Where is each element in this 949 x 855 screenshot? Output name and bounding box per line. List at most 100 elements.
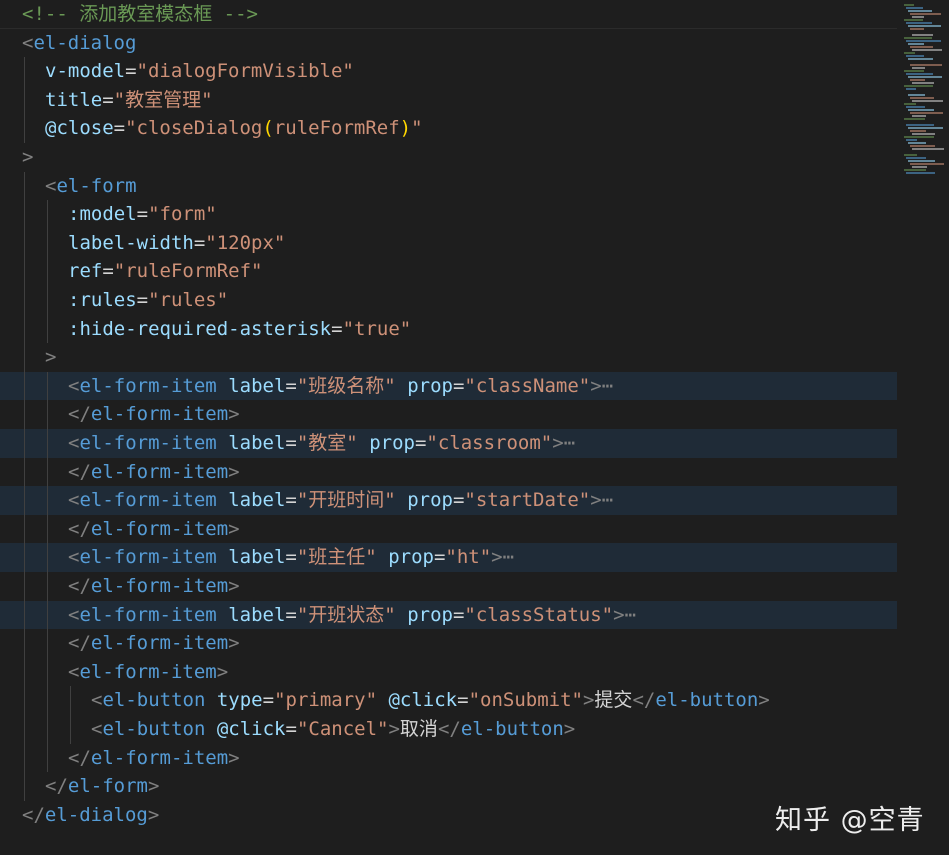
minimap-line [906,55,924,57]
code-token-punc: > [228,460,240,483]
code-token-tag: el-form-item [90,575,229,597]
code-line[interactable]: </el-form> [0,772,897,801]
code-line[interactable]: </el-form-item> [0,457,897,487]
code-line[interactable]: <el-dialog [0,29,897,58]
code-line[interactable]: label-width="120px" [0,228,897,258]
code-token-attr: ref [68,260,103,283]
code-line[interactable]: </el-form-item> [0,514,897,544]
code-text: :rules="rules" [68,286,228,315]
code-token-attr: @click [388,689,458,712]
code-text: <el-form-item> [68,658,228,687]
code-line[interactable]: </el-form-item> [0,629,897,658]
indent-guide [24,543,25,572]
code-token-str: "rules" [148,289,229,311]
code-token-comment: <!-- 添加教室模态框 --> [22,3,258,25]
code-line[interactable]: </el-dialog> [0,801,897,830]
code-line[interactable]: <el-form-item label="开班时间" prop="startDa… [0,486,897,515]
code-token-text: = [457,689,469,712]
code-line[interactable]: :hide-required-asterisk="true" [0,314,897,344]
indent-guide [24,314,25,344]
code-token-punc: > [22,146,34,168]
code-line[interactable]: <el-form-item label="教室" prop="classroom… [0,429,897,458]
code-token-attr: :model [68,203,137,226]
code-line[interactable]: :rules="rules" [0,286,897,315]
minimap[interactable] [900,0,949,855]
code-token-tag: el-dialog [44,803,148,826]
indent-guide [47,200,48,229]
code-token-punc: > [228,517,240,540]
indent-guide [24,257,25,286]
indent-guide [47,514,48,544]
indent-guide [24,486,25,515]
indent-guide [70,715,71,744]
code-line[interactable]: <el-form [0,171,897,201]
code-token-str: "教室管理" [113,88,213,111]
indent-guide [47,686,48,715]
code-text: </el-form-item> [68,629,240,658]
code-line[interactable]: title="教室管理" [0,85,897,115]
minimap-line [912,67,925,69]
fold-ellipsis-icon[interactable]: ⋯ [602,375,613,397]
indent-guide [47,600,48,630]
code-line[interactable]: > [0,143,897,172]
minimap-line [908,160,935,162]
indent-guide [24,171,25,201]
code-token-str: "form" [148,203,217,226]
code-token-punc: </ [22,803,45,826]
fold-ellipsis-icon[interactable]: ⋯ [503,546,514,568]
minimap-line [904,70,924,72]
code-token-text: = [285,432,297,454]
code-token-attr: label [228,374,286,397]
code-token-punc: </ [68,632,91,655]
indent-guide [24,629,25,658]
code-line[interactable]: <el-form-item label="班级名称" prop="classNa… [0,371,897,401]
code-line[interactable]: <el-button type="primary" @click="onSubm… [0,686,897,715]
minimap-line [912,100,943,102]
code-line[interactable]: </el-form-item> [0,743,897,773]
code-token-tag: el-button [655,689,759,712]
code-text: <el-form-item label="开班时间" prop="startDa… [68,486,613,515]
code-line[interactable]: </el-form-item> [0,400,897,429]
code-line[interactable]: @close="closeDialog(ruleFormRef)" [0,114,897,143]
code-text: </el-dialog> [22,801,159,830]
minimap-line [906,172,935,174]
code-line[interactable]: > [0,343,897,372]
code-line[interactable]: <el-form-item label="班主任" prop="ht">⋯ [0,543,897,572]
minimap-line [912,16,924,18]
minimap-line [912,115,926,117]
code-line[interactable]: <!-- 添加教室模态框 --> [0,0,897,29]
fold-ellipsis-icon[interactable]: ⋯ [602,489,613,511]
code-line[interactable]: <el-form-item> [0,657,897,687]
code-line[interactable]: <el-form-item label="开班状态" prop="classSt… [0,600,897,630]
minimap-line [908,109,934,111]
code-line[interactable]: <el-button @click="Cancel">取消</el-button… [0,715,897,744]
fold-ellipsis-icon[interactable]: ⋯ [625,604,636,626]
code-editor[interactable]: <!-- 添加教室模态框 --> <el-dialog v-model="dialo… [0,0,949,855]
indent-guide [24,600,25,630]
code-token-str: "classroom" [426,432,553,454]
minimap-line [906,106,925,108]
indent-guide [24,572,25,601]
code-line[interactable]: ref="ruleFormRef" [0,257,897,286]
code-token-punc: > [613,603,625,626]
minimap-line [906,7,923,9]
code-token-punc: </ [632,689,656,712]
code-line[interactable]: :model="form" [0,200,897,229]
minimap-line [906,22,932,24]
code-token-punc: > [582,689,595,712]
code-token-attr: prop [407,603,453,626]
code-line[interactable]: v-model="dialogFormVisible" [0,57,897,86]
indent-guide [24,400,25,429]
fold-ellipsis-icon[interactable]: ⋯ [564,432,575,454]
code-line[interactable]: </el-form-item> [0,572,897,601]
code-token-attr: label [228,603,286,626]
code-text: :model="form" [68,200,217,229]
minimap-line [908,142,926,144]
